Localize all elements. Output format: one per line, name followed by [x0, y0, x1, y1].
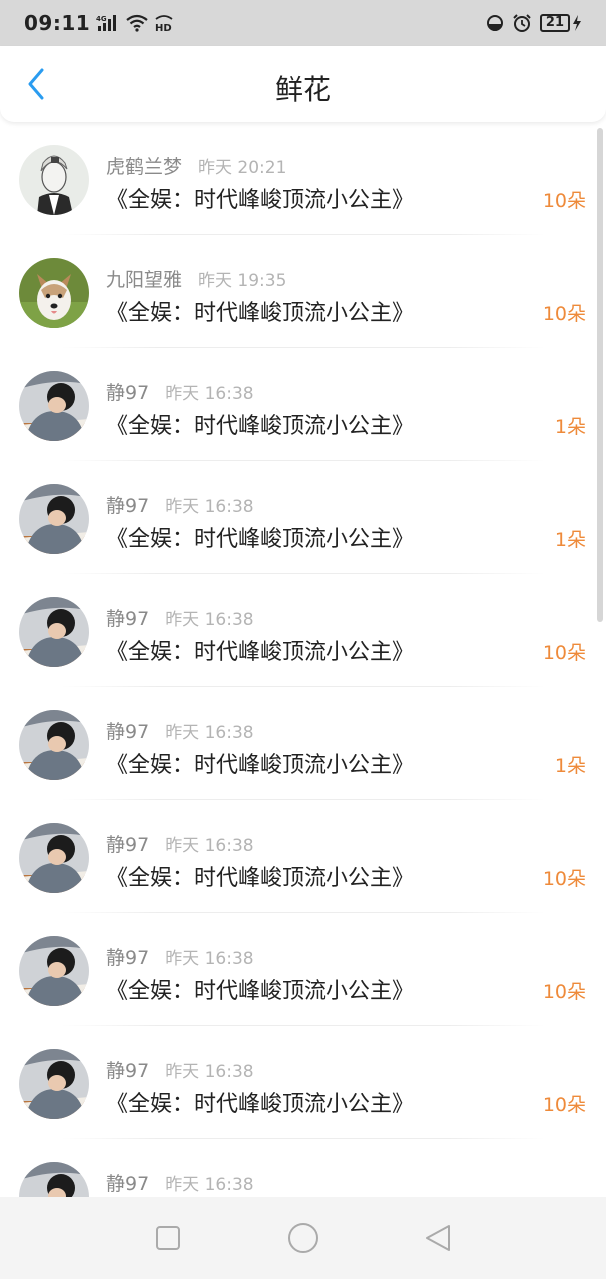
timestamp: 昨天 16:38 — [165, 836, 254, 856]
item-meta: 静97 昨天 16:38 — [106, 717, 254, 744]
hd-label: HD — [155, 23, 172, 33]
flower-count: 10朵 — [542, 642, 586, 664]
signal-icon: 4G — [96, 14, 120, 32]
book-title[interactable]: 《全娱：时代峰峻顶流小公主》 — [106, 408, 414, 440]
item-meta: 静97 昨天 16:38 — [106, 378, 254, 405]
page-title: 鲜花 — [274, 73, 331, 106]
timestamp: 昨天 19:35 — [198, 271, 287, 291]
list-item[interactable]: 九阳望雅 昨天 19:35 《全娱：时代峰峻顶流小公主》 10朵 — [0, 235, 606, 348]
avatar[interactable] — [19, 258, 89, 328]
timestamp: 昨天 16:38 — [165, 497, 254, 517]
flower-count: 10朵 — [542, 1094, 586, 1116]
battery-level: 21 — [539, 14, 570, 32]
home-button[interactable] — [281, 1216, 325, 1260]
list-item[interactable]: 静97 昨天 16:38 《全娱：时代峰峻顶流小公主》 10朵 — [0, 1026, 606, 1139]
avatar[interactable] — [19, 1049, 89, 1119]
system-back-button[interactable] — [416, 1216, 460, 1260]
header: 鲜花 — [0, 46, 606, 122]
avatar[interactable] — [19, 936, 89, 1006]
user-name[interactable]: 静97 — [106, 378, 149, 405]
item-meta: 静97 昨天 16:38 — [106, 491, 254, 518]
list-item[interactable]: 静97 昨天 16:38 — [0, 1139, 606, 1197]
user-name[interactable]: 静97 — [106, 717, 149, 744]
scrollbar[interactable] — [597, 128, 603, 622]
list-item[interactable]: 静97 昨天 16:38 《全娱：时代峰峻顶流小公主》 10朵 — [0, 574, 606, 687]
timestamp: 昨天 20:21 — [198, 158, 287, 178]
user-name[interactable]: 九阳望雅 — [106, 265, 182, 292]
user-name[interactable]: 静97 — [106, 1056, 149, 1083]
flower-list[interactable]: 虎鹤兰梦 昨天 20:21 《全娱：时代峰峻顶流小公主》 10朵 九阳望雅 昨天 19:3… — [0, 122, 606, 1197]
network-label: 4G — [96, 15, 107, 23]
avatar[interactable] — [19, 710, 89, 780]
flower-count: 10朵 — [542, 190, 586, 212]
avatar[interactable] — [19, 484, 89, 554]
user-name[interactable]: 静97 — [106, 491, 149, 518]
clock: 09:11 — [24, 11, 91, 35]
book-title[interactable]: 《全娱：时代峰峻顶流小公主》 — [106, 747, 414, 779]
hd-icon: HD — [154, 13, 174, 33]
book-title[interactable]: 《全娱：时代峰峻顶流小公主》 — [106, 182, 414, 214]
book-title[interactable]: 《全娱：时代峰峻顶流小公主》 — [106, 521, 414, 553]
list-item[interactable]: 虎鹤兰梦 昨天 20:21 《全娱：时代峰峻顶流小公主》 10朵 — [0, 122, 606, 235]
user-name[interactable]: 静97 — [106, 604, 149, 631]
list-item[interactable]: 静97 昨天 16:38 《全娱：时代峰峻顶流小公主》 1朵 — [0, 687, 606, 800]
charging-icon — [573, 15, 581, 31]
wifi-icon — [126, 14, 148, 32]
item-meta: 静97 昨天 16:38 — [106, 1056, 254, 1083]
item-meta: 静97 昨天 16:38 — [106, 943, 254, 970]
screen: 09:11 4G HD 21 鲜花 虎鹤兰梦 昨天 20:21 《全娱：时代峰峻… — [0, 0, 606, 1279]
square-icon — [155, 1226, 180, 1250]
avatar[interactable] — [19, 1162, 89, 1197]
flower-count: 1朵 — [554, 529, 586, 551]
timestamp: 昨天 16:38 — [165, 949, 254, 969]
book-title[interactable]: 《全娱：时代峰峻顶流小公主》 — [106, 973, 414, 1005]
user-name[interactable]: 静97 — [106, 1169, 149, 1196]
list-item[interactable]: 静97 昨天 16:38 《全娱：时代峰峻顶流小公主》 1朵 — [0, 461, 606, 574]
book-title[interactable]: 《全娱：时代峰峻顶流小公主》 — [106, 634, 414, 666]
list-item[interactable]: 静97 昨天 16:38 《全娱：时代峰峻顶流小公主》 1朵 — [0, 348, 606, 461]
book-title[interactable]: 《全娱：时代峰峻顶流小公主》 — [106, 1086, 414, 1118]
flower-count: 10朵 — [542, 981, 586, 1003]
data-saver-icon — [486, 14, 504, 32]
item-meta: 静97 昨天 16:38 — [106, 1169, 254, 1196]
recent-apps-button[interactable] — [146, 1216, 190, 1260]
alarm-icon — [512, 13, 532, 33]
flower-count: 10朵 — [542, 303, 586, 325]
status-bar-right: 21 — [486, 13, 582, 33]
circle-icon — [287, 1223, 318, 1253]
item-meta: 静97 昨天 16:38 — [106, 604, 254, 631]
list-item[interactable]: 静97 昨天 16:38 《全娱：时代峰峻顶流小公主》 10朵 — [0, 800, 606, 913]
status-bar-left: 09:11 4G HD — [24, 11, 174, 35]
avatar[interactable] — [19, 823, 89, 893]
timestamp: 昨天 16:38 — [165, 723, 254, 743]
item-meta: 静97 昨天 16:38 — [106, 830, 254, 857]
item-meta: 九阳望雅 昨天 19:35 — [106, 265, 286, 292]
navigation-bar — [0, 1197, 606, 1279]
user-name[interactable]: 静97 — [106, 943, 149, 970]
avatar[interactable] — [19, 145, 89, 215]
timestamp: 昨天 16:38 — [165, 384, 254, 404]
avatar[interactable] — [19, 597, 89, 667]
book-title[interactable]: 《全娱：时代峰峻顶流小公主》 — [106, 295, 414, 327]
battery-icon: 21 — [539, 14, 582, 32]
list-item[interactable]: 静97 昨天 16:38 《全娱：时代峰峻顶流小公主》 10朵 — [0, 913, 606, 1026]
item-meta: 虎鹤兰梦 昨天 20:21 — [106, 152, 286, 179]
user-name[interactable]: 虎鹤兰梦 — [106, 152, 182, 179]
flower-count: 1朵 — [554, 755, 586, 777]
back-triangle-icon — [426, 1225, 451, 1251]
avatar[interactable] — [19, 371, 89, 441]
status-bar: 09:11 4G HD 21 — [0, 0, 606, 46]
user-name[interactable]: 静97 — [106, 830, 149, 857]
book-title[interactable]: 《全娱：时代峰峻顶流小公主》 — [106, 860, 414, 892]
flower-count: 1朵 — [554, 416, 586, 438]
flower-count: 10朵 — [542, 868, 586, 890]
timestamp: 昨天 16:38 — [165, 1175, 254, 1195]
timestamp: 昨天 16:38 — [165, 610, 254, 630]
timestamp: 昨天 16:38 — [165, 1062, 254, 1082]
